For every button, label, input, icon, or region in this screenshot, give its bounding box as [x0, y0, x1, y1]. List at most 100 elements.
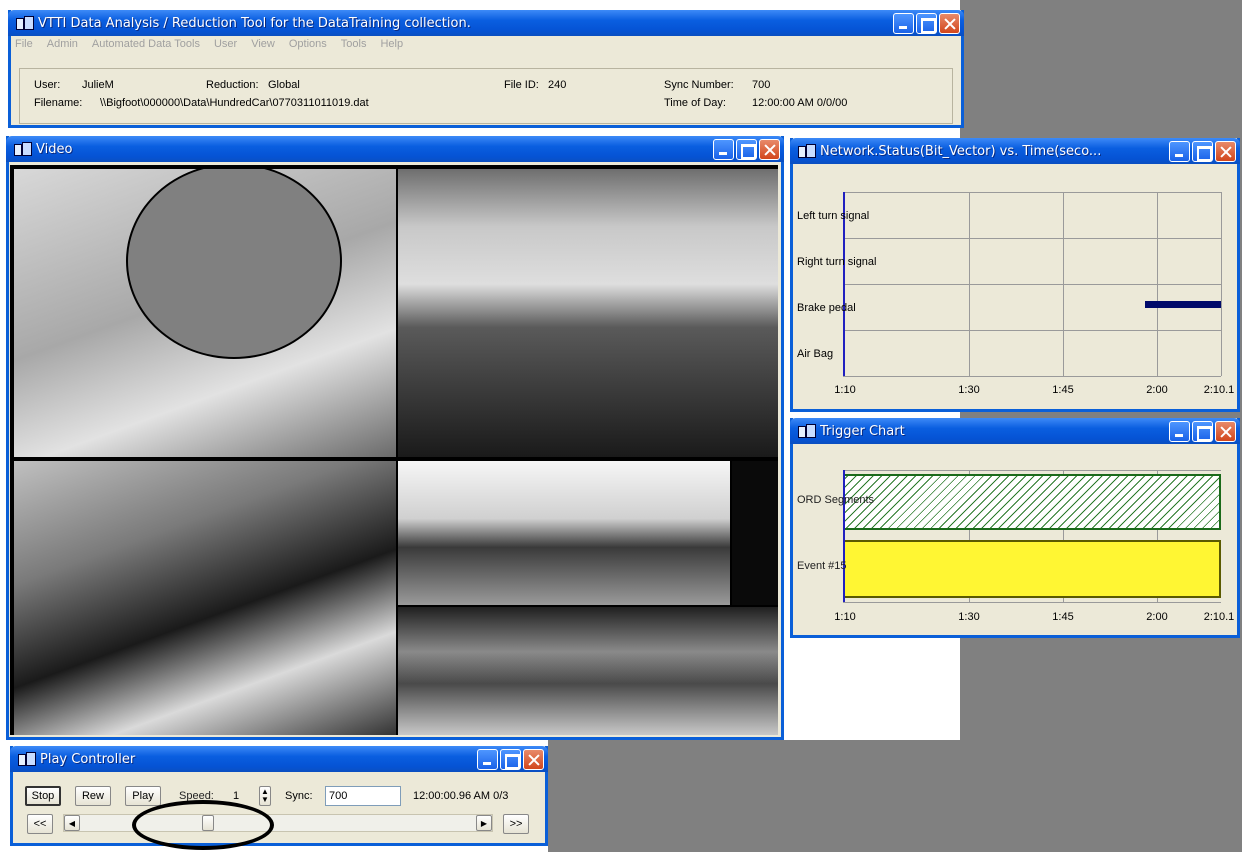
fast-forward-button[interactable]: >> [503, 814, 529, 834]
sync-label: Sync: [285, 790, 313, 802]
event-15-bar [843, 540, 1221, 598]
play-button[interactable]: Play [125, 786, 161, 806]
trigger-titlebar[interactable]: Trigger Chart [790, 418, 1240, 444]
time-of-day-value: 12:00:00 AM 0/0/00 [752, 97, 848, 109]
filename-value: \\Bigfoot\000000\Data\HundredCar\0770311… [100, 97, 369, 109]
maximize-icon[interactable] [500, 748, 521, 770]
fileid-label: File ID: [504, 79, 539, 91]
xtick-2: 1:30 [958, 611, 980, 623]
xtick-3: 1:45 [1052, 611, 1074, 623]
menu-user[interactable]: User [214, 38, 237, 56]
forward-road-camera [398, 169, 778, 457]
close-icon[interactable] [523, 748, 544, 770]
close-icon[interactable] [759, 138, 780, 160]
maximize-icon[interactable] [916, 12, 937, 34]
xtick-5: 2:10.1 [1203, 384, 1235, 396]
menu-help[interactable]: Help [380, 38, 403, 56]
menu-automated-data-tools[interactable]: Automated Data Tools [92, 38, 200, 56]
trigger-title: Trigger Chart [820, 423, 905, 439]
stop-button[interactable]: Stop [25, 786, 61, 806]
xtick-5: 2:10.1 [1203, 611, 1235, 623]
sync-input[interactable] [325, 786, 401, 806]
xtick-2: 1:30 [958, 384, 980, 396]
desktop-background-lower [548, 740, 968, 852]
sync-number-value: 700 [752, 79, 771, 91]
app-icon [798, 424, 816, 438]
app-icon [18, 752, 36, 766]
sync-number-label: Sync Number: [664, 79, 734, 91]
scroll-left-icon[interactable]: ◀ [64, 815, 80, 831]
close-icon[interactable] [1215, 420, 1236, 442]
side-road-camera [398, 461, 730, 605]
minimize-icon[interactable] [713, 138, 734, 160]
row-label-right-turn: Right turn signal [797, 256, 877, 268]
rear-road-camera [398, 607, 778, 735]
position-scrollbar[interactable]: ◀ ▶ [63, 814, 493, 832]
video-display [10, 165, 778, 735]
menu-view[interactable]: View [251, 38, 275, 56]
user-value: JulieM [82, 79, 114, 91]
driver-face-camera [14, 169, 396, 457]
minimize-icon[interactable] [1169, 140, 1190, 162]
time-status: 12:00:00.96 AM 0/3 [413, 790, 509, 802]
app-icon [14, 142, 32, 156]
row-label-left-turn: Left turn signal [797, 210, 870, 222]
info-panel: User: JulieM Reduction: Global File ID: … [19, 68, 953, 124]
xtick-1: 1:10 [834, 611, 856, 623]
filename-label: Filename: [34, 97, 83, 109]
app-icon [798, 144, 816, 158]
menu-tools[interactable]: Tools [341, 38, 367, 56]
row-label-event-15: Event #15 [797, 560, 847, 572]
trigger-axis-line [843, 470, 845, 602]
play-titlebar[interactable]: Play Controller [10, 746, 548, 772]
main-titlebar[interactable]: VTTI Data Analysis / Reduction Tool for … [8, 10, 964, 36]
menu-admin[interactable]: Admin [47, 38, 78, 56]
network-title: Network.Status(Bit_Vector) vs. Time(seco… [820, 143, 1102, 159]
ord-segments-bar [843, 474, 1221, 530]
minimize-icon[interactable] [1169, 420, 1190, 442]
menu-file[interactable]: File [15, 38, 33, 56]
xtick-4: 2:00 [1146, 611, 1168, 623]
camera-blank-area [732, 461, 778, 605]
minimize-icon[interactable] [893, 12, 914, 34]
video-titlebar[interactable]: Video [6, 136, 784, 162]
close-icon[interactable] [1215, 140, 1236, 162]
main-title: VTTI Data Analysis / Reduction Tool for … [38, 15, 471, 31]
maximize-icon[interactable] [1192, 420, 1213, 442]
time-of-day-label: Time of Day: [664, 97, 726, 109]
menu-options[interactable]: Options [289, 38, 327, 56]
xtick-3: 1:45 [1052, 384, 1074, 396]
face-redaction [126, 169, 342, 359]
reduction-value: Global [268, 79, 300, 91]
driver-hands-camera [14, 461, 396, 735]
main-window: VTTI Data Analysis / Reduction Tool for … [8, 10, 964, 128]
play-controller-window: Play Controller Stop Rew Play Speed: 1 ▲… [10, 746, 548, 846]
xtick-1: 1:10 [834, 384, 856, 396]
fileid-value: 240 [548, 79, 567, 91]
row-label-brake-pedal: Brake pedal [797, 302, 856, 314]
menu-bar: File Admin Automated Data Tools User Vie… [15, 38, 957, 56]
maximize-icon[interactable] [736, 138, 757, 160]
network-status-window: Network.Status(Bit_Vector) vs. Time(seco… [790, 138, 1240, 412]
row-label-ord-segments: ORD Segments [797, 494, 875, 506]
close-icon[interactable] [939, 12, 960, 34]
minimize-icon[interactable] [477, 748, 498, 770]
rew-button[interactable]: Rew [75, 786, 111, 806]
scroll-thumb[interactable] [202, 815, 214, 831]
reduction-label: Reduction: [206, 79, 259, 91]
speed-value: 1 [233, 790, 240, 802]
trigger-chart-window: Trigger Chart ORD Segments Event #15 1:1… [790, 418, 1240, 638]
fast-back-button[interactable]: << [27, 814, 53, 834]
speed-label: Speed: [179, 790, 214, 802]
row-label-air-bag: Air Bag [797, 348, 834, 360]
network-titlebar[interactable]: Network.Status(Bit_Vector) vs. Time(seco… [790, 138, 1240, 164]
speed-spinner[interactable]: ▲ ▼ [259, 786, 271, 806]
scroll-right-icon[interactable]: ▶ [476, 815, 492, 831]
play-title: Play Controller [40, 751, 136, 767]
network-plot: Left turn signal Right turn signal Brake… [795, 168, 1235, 406]
maximize-icon[interactable] [1192, 140, 1213, 162]
user-label: User: [34, 79, 61, 91]
video-title: Video [36, 141, 73, 157]
xtick-4: 2:00 [1146, 384, 1168, 396]
brake-pedal-bar [1145, 301, 1221, 308]
